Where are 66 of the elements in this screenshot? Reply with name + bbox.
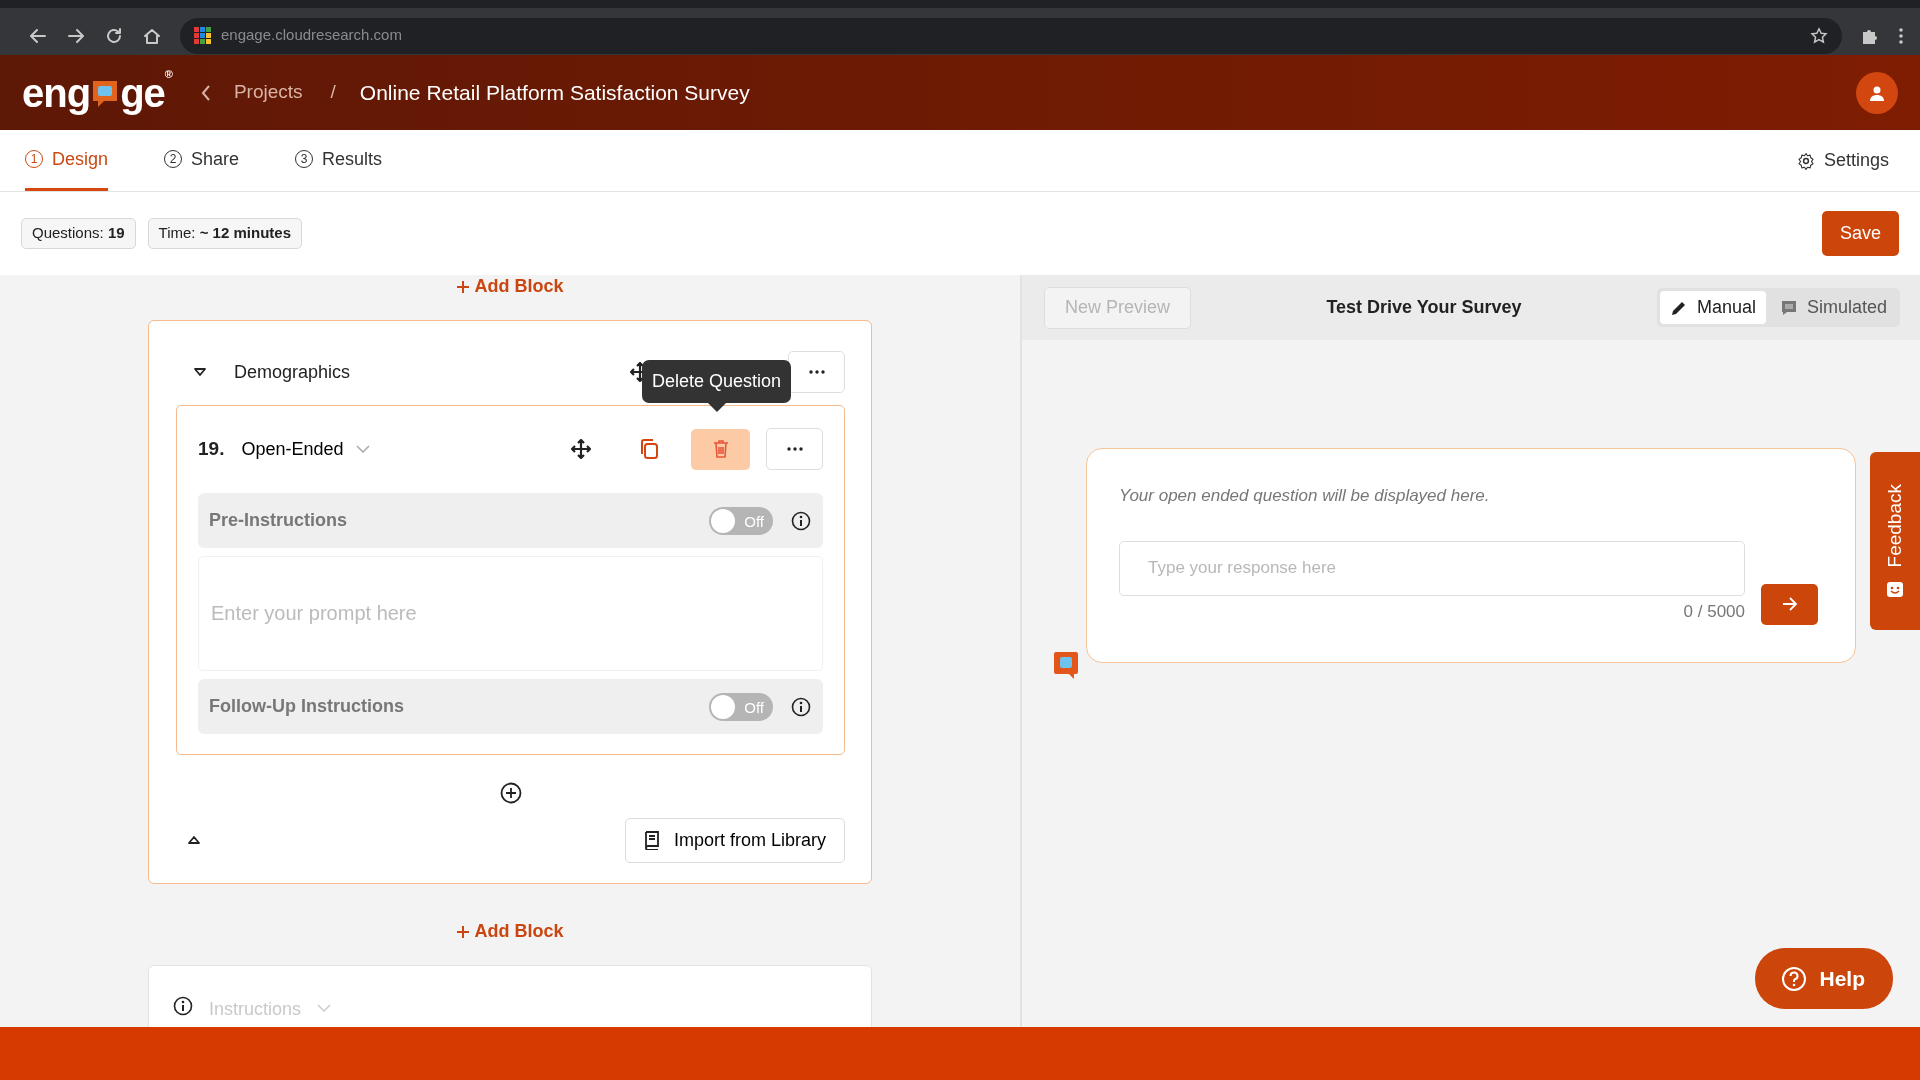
logo-text: eng bbox=[22, 72, 91, 113]
breadcrumb-link[interactable]: Projects bbox=[233, 78, 303, 107]
block-name: Demographics bbox=[234, 360, 351, 384]
move-handle-icon[interactable] bbox=[571, 439, 591, 459]
book-icon bbox=[643, 830, 660, 850]
user-icon bbox=[1869, 84, 1885, 101]
delete-button[interactable] bbox=[691, 428, 750, 470]
question-placeholder-text: Your open ended question will be displayed here. bbox=[1119, 485, 1491, 507]
more-icon bbox=[786, 447, 803, 451]
prompt-field[interactable]: Enter your prompt here bbox=[198, 556, 823, 671]
plus-icon bbox=[456, 279, 471, 294]
arrow-right-icon bbox=[1781, 597, 1798, 611]
help-icon bbox=[1781, 965, 1808, 992]
registered-mark: ® bbox=[164, 68, 172, 80]
preview-title: Test Drive Your Survey bbox=[1325, 296, 1523, 319]
site-icon bbox=[194, 27, 211, 44]
chevron-down-icon bbox=[317, 1004, 332, 1012]
option-label: Follow-Up Instructions bbox=[209, 695, 404, 718]
more-button[interactable] bbox=[788, 351, 845, 393]
send-button[interactable] bbox=[1761, 583, 1818, 625]
chat-icon bbox=[1779, 298, 1798, 317]
info-icon bbox=[173, 996, 193, 1016]
more-icon bbox=[808, 370, 825, 374]
reload-icon[interactable] bbox=[104, 25, 124, 46]
tab-label: Results bbox=[322, 147, 383, 171]
logo-text: ge bbox=[120, 72, 165, 113]
plus-icon bbox=[456, 924, 471, 939]
chat-avatar-icon bbox=[1053, 651, 1079, 679]
breadcrumb-separator: / bbox=[330, 80, 336, 105]
response-field[interactable]: Type your response here bbox=[1119, 540, 1745, 596]
tab[interactable]: 3 Results bbox=[295, 130, 383, 191]
question-number: 19. bbox=[198, 436, 225, 461]
tab-label: Design bbox=[52, 147, 109, 171]
collapse-caret-icon[interactable] bbox=[187, 835, 201, 845]
survey-title: Online Retail Platform Satisfaction Survey bbox=[359, 79, 750, 106]
info-icon[interactable] bbox=[791, 696, 811, 717]
tooltip-text: Delete Question bbox=[652, 371, 782, 391]
settings-icon bbox=[1796, 151, 1815, 170]
tab[interactable]: 2 Share bbox=[164, 130, 240, 191]
trash-icon bbox=[712, 439, 729, 459]
url-text[interactable]: engage.cloudresearch.com bbox=[221, 24, 402, 47]
mode-toggle[interactable]: Simulated bbox=[1769, 291, 1897, 324]
character-counter: 0 / 5000 bbox=[1682, 600, 1745, 623]
help-button[interactable]: Help bbox=[1755, 948, 1893, 1009]
copy-icon[interactable] bbox=[639, 438, 659, 460]
star-icon[interactable] bbox=[1810, 26, 1828, 45]
mode-toggle[interactable]: Manual bbox=[1659, 291, 1766, 324]
add-block-button[interactable]: Add Block bbox=[456, 918, 564, 945]
option-label: Pre-Instructions bbox=[209, 509, 348, 532]
stat-chip: Time: ~ 12 minutes bbox=[147, 218, 302, 249]
info-icon[interactable] bbox=[791, 510, 811, 531]
settings-button[interactable]: Settings bbox=[1790, 130, 1895, 191]
add-question-icon[interactable] bbox=[499, 782, 522, 804]
save-button[interactable]: Save bbox=[1821, 211, 1899, 256]
user-avatar[interactable] bbox=[1856, 71, 1898, 114]
import-button[interactable]: Import from Library bbox=[624, 817, 845, 863]
collapse-caret-icon[interactable] bbox=[193, 367, 207, 377]
tab-label: Share bbox=[191, 147, 240, 171]
feedback-tab[interactable]: Feedback bbox=[1870, 452, 1920, 630]
stat-chip: Questions: 19 bbox=[21, 218, 136, 249]
add-block-button[interactable]: Add Block bbox=[456, 275, 564, 300]
kebab-menu-icon[interactable] bbox=[1898, 26, 1904, 45]
smiley-icon bbox=[1886, 579, 1904, 598]
back-chevron-icon[interactable] bbox=[199, 83, 212, 102]
chevron-down-icon bbox=[355, 445, 370, 453]
question-type-dropdown[interactable]: Open-Ended bbox=[241, 435, 370, 463]
